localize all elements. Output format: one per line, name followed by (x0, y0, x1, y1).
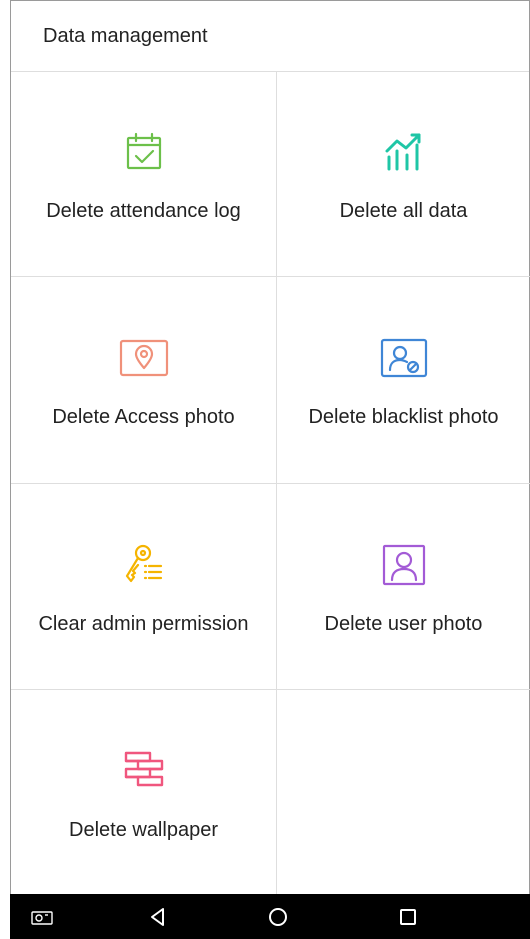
delete-access-photo-button[interactable]: Delete Access photo (11, 277, 277, 484)
delete-wallpaper-button[interactable]: Delete wallpaper (11, 690, 277, 896)
growth-chart-icon (376, 124, 432, 180)
calendar-check-icon (116, 124, 172, 180)
back-icon[interactable] (138, 894, 178, 939)
delete-user-photo-button[interactable]: Delete user photo (277, 484, 530, 690)
tile-label: Delete all data (339, 200, 468, 222)
delete-blacklist-photo-button[interactable]: Delete blacklist photo (277, 277, 530, 484)
system-navigation-bar (10, 894, 530, 939)
tile-label: Clear admin permission (38, 612, 249, 635)
tile-label: Delete attendance log (46, 200, 241, 222)
user-photo-icon (376, 537, 432, 593)
action-grid: Delete attendance log Delete all data De… (11, 72, 530, 896)
page-title: Data management (11, 1, 529, 72)
camera-icon[interactable] (22, 894, 62, 939)
tile-label: Delete user photo (324, 612, 483, 635)
empty-tile (277, 690, 530, 896)
tile-label: Delete blacklist photo (308, 406, 499, 428)
home-icon[interactable] (258, 894, 298, 939)
tile-label: Delete Access photo (52, 406, 235, 428)
key-list-icon (116, 537, 172, 593)
recents-icon[interactable] (388, 894, 428, 939)
delete-all-data-button[interactable]: Delete all data (277, 72, 530, 277)
wallpaper-bricks-icon (116, 743, 172, 799)
delete-attendance-log-button[interactable]: Delete attendance log (11, 72, 277, 277)
clear-admin-permission-button[interactable]: Clear admin permission (11, 484, 277, 690)
tile-label: Delete wallpaper (69, 819, 218, 841)
data-management-screen: Data management Delete attendance log De… (10, 0, 530, 896)
user-blocked-photo-icon (376, 330, 432, 386)
location-photo-icon (116, 330, 172, 386)
